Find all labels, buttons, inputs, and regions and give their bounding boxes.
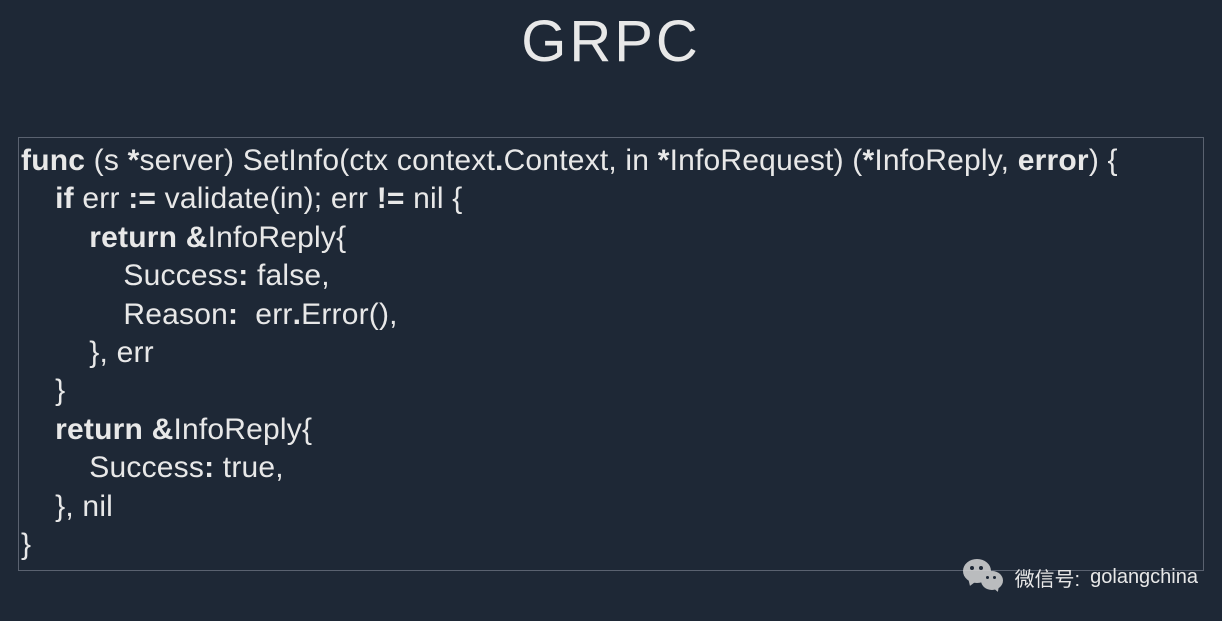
op-assign: := — [128, 182, 156, 215]
kw-func: func — [21, 144, 85, 177]
star: * — [658, 144, 670, 177]
code-text: validate(in); err — [156, 182, 377, 215]
watermark-label: 微信号: — [1015, 563, 1081, 592]
watermark-value: golangchina — [1090, 566, 1198, 589]
colon: : — [238, 259, 248, 292]
kw-return: return — [55, 413, 143, 446]
code-text: } — [21, 528, 31, 561]
code-content: func (s *server) SetInfo(ctx context.Con… — [21, 142, 1197, 564]
colon: : — [228, 298, 238, 331]
code-text — [177, 221, 186, 254]
code-text: InfoRequest) ( — [670, 144, 863, 177]
watermark: 微信号: golangchina — [963, 559, 1198, 595]
star: * — [863, 144, 875, 177]
kw-error: error — [1018, 144, 1089, 177]
code-text: Context, in — [504, 144, 658, 177]
code-text: }, err — [21, 336, 154, 369]
code-text: false, — [248, 259, 329, 292]
dot: . — [293, 298, 302, 331]
code-text: }, nil — [21, 490, 113, 523]
colon: : — [204, 451, 214, 484]
code-text: Reason — [21, 298, 228, 331]
amp: & — [152, 413, 174, 446]
indent — [21, 221, 89, 254]
code-text: err — [74, 182, 128, 215]
dot: . — [495, 144, 504, 177]
code-text: InfoReply{ — [208, 221, 347, 254]
slide-title: GRPC — [0, 0, 1222, 75]
code-text: Success — [21, 451, 204, 484]
code-text: Success — [21, 259, 238, 292]
code-text: (s — [85, 144, 127, 177]
code-text: } — [21, 374, 65, 407]
code-block: func (s *server) SetInfo(ctx context.Con… — [18, 137, 1204, 571]
code-text: InfoReply, — [874, 144, 1017, 177]
star: * — [128, 144, 140, 177]
code-text: Error(), — [301, 298, 398, 331]
code-text — [143, 413, 152, 446]
code-text: nil { — [405, 182, 463, 215]
code-text: ) { — [1089, 144, 1118, 177]
amp: & — [186, 221, 208, 254]
indent — [21, 413, 55, 446]
code-text: true, — [214, 451, 284, 484]
kw-if: if — [55, 182, 74, 215]
wechat-icon — [963, 559, 1005, 595]
code-text: server) SetInfo(ctx context — [139, 144, 495, 177]
indent — [21, 182, 55, 215]
kw-return: return — [89, 221, 177, 254]
code-text: InfoReply{ — [173, 413, 312, 446]
op-neq: != — [377, 182, 405, 215]
code-text: err — [238, 298, 292, 331]
